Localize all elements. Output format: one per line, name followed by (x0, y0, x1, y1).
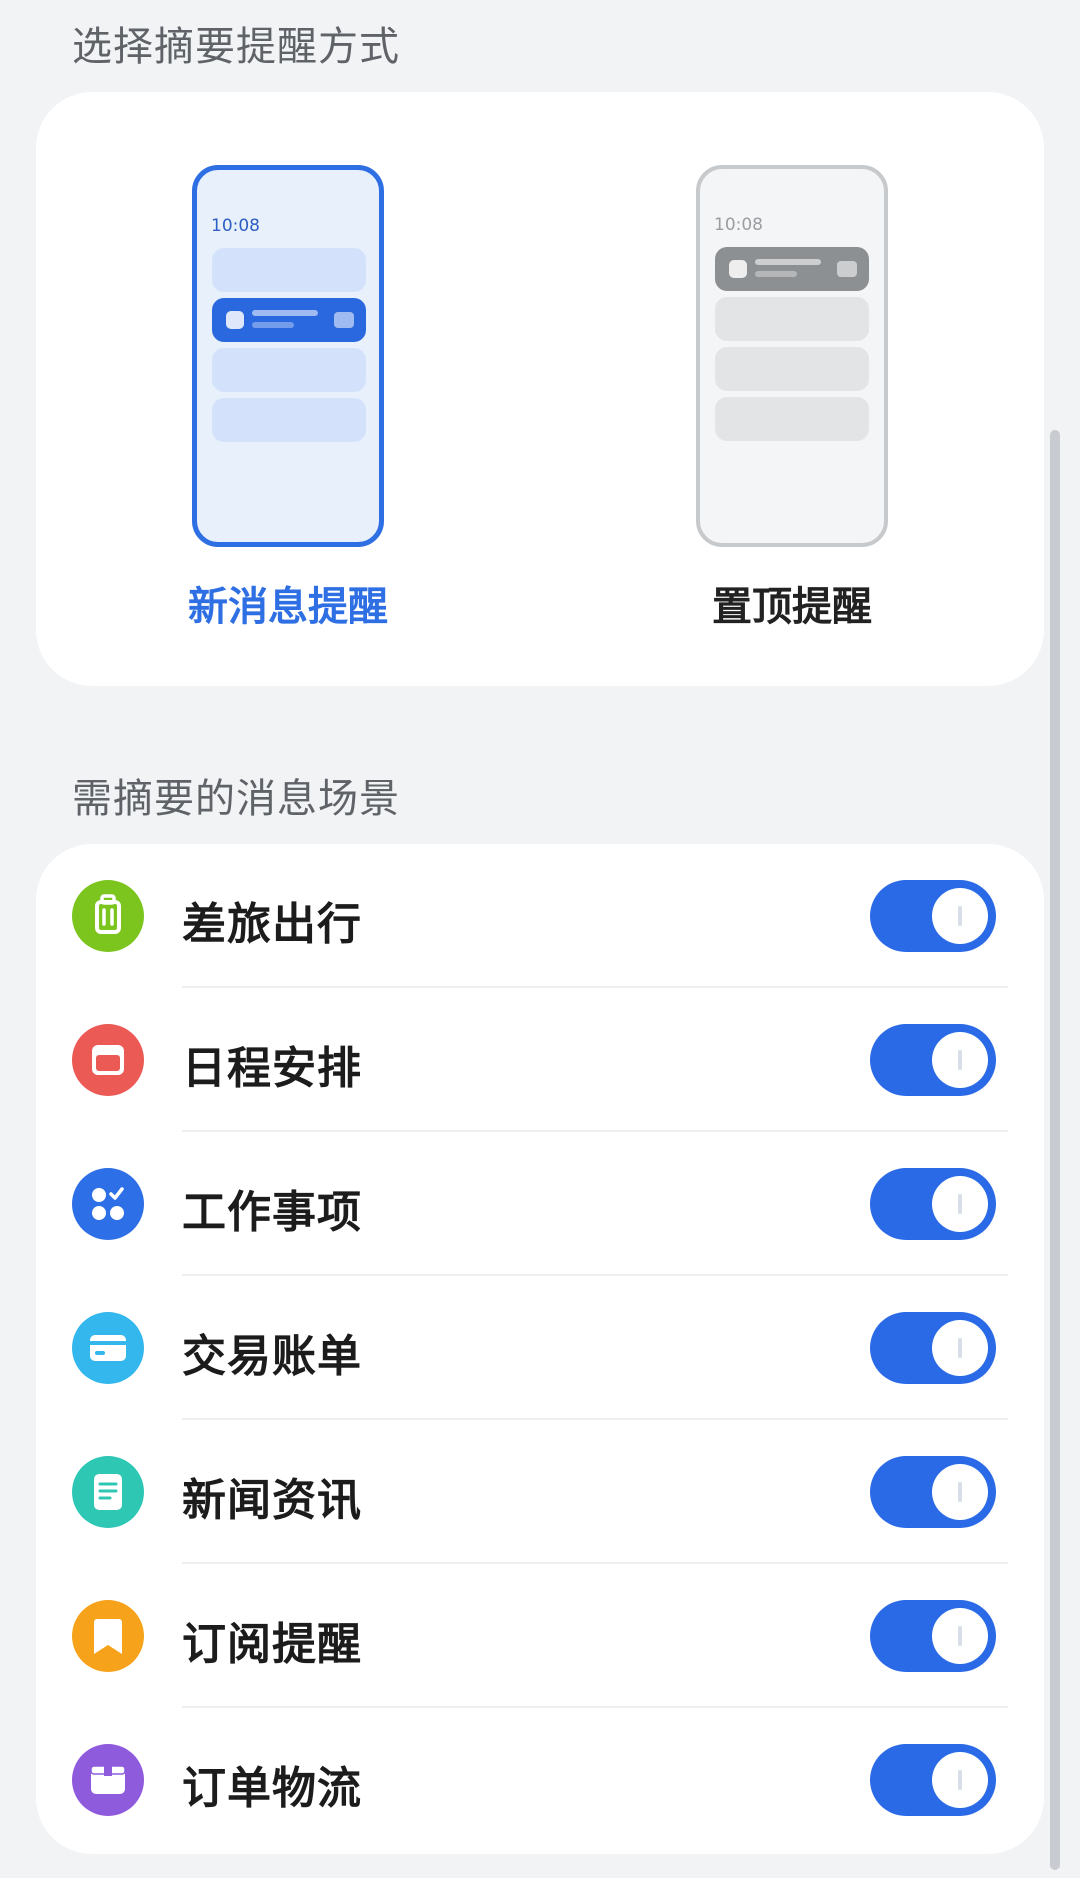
preview-notification (715, 347, 869, 391)
scene-label: 订单物流 (182, 1763, 362, 1814)
scene-toggle-logistics[interactable] (870, 1744, 996, 1816)
style-option-label: 置顶提醒 (712, 584, 872, 630)
preview-notification (715, 397, 869, 441)
phone-preview-new-message: 10:08 (192, 165, 384, 547)
scenes-section-title: 需摘要的消息场景 (72, 776, 400, 822)
scene-label: 订阅提醒 (182, 1619, 362, 1670)
scrollbar[interactable] (1050, 430, 1060, 1870)
scene-label: 差旅出行 (182, 899, 362, 950)
preview-pinned-notification (715, 247, 869, 291)
scene-label: 工作事项 (182, 1187, 362, 1238)
scene-toggle-billing[interactable] (870, 1312, 996, 1384)
scene-row-logistics: 订单物流 (36, 1708, 1044, 1852)
calendar-icon (72, 1024, 144, 1096)
scene-label: 交易账单 (182, 1331, 362, 1382)
bookmark-icon (72, 1600, 144, 1672)
scene-row-news: 新闻资讯 (36, 1420, 1044, 1564)
style-option-pinned[interactable]: 10:08 置顶提醒 (642, 92, 942, 652)
card-icon (72, 1312, 144, 1384)
phone-preview-pinned: 10:08 (696, 165, 888, 547)
package-icon (72, 1744, 144, 1816)
scene-toggle-subscription[interactable] (870, 1600, 996, 1672)
scene-row-work: 工作事项 (36, 1132, 1044, 1276)
style-option-label: 新消息提醒 (188, 584, 388, 630)
preview-notification (212, 398, 366, 442)
preview-notification (715, 297, 869, 341)
scene-row-subscription: 订阅提醒 (36, 1564, 1044, 1708)
scene-label: 新闻资讯 (182, 1475, 362, 1526)
scene-toggle-travel[interactable] (870, 880, 996, 952)
preview-notification (212, 248, 366, 292)
reminder-style-card: 10:08 新消息提醒 10:08 置顶提醒 (36, 92, 1044, 686)
scene-label: 日程安排 (182, 1043, 362, 1094)
scene-toggle-work[interactable] (870, 1168, 996, 1240)
phone-time: 10:08 (714, 215, 763, 235)
luggage-icon (72, 880, 144, 952)
scene-row-schedule: 日程安排 (36, 988, 1044, 1132)
scene-toggle-news[interactable] (870, 1456, 996, 1528)
scene-toggle-schedule[interactable] (870, 1024, 996, 1096)
phone-time: 10:08 (211, 216, 260, 236)
scene-row-travel: 差旅出行 (36, 844, 1044, 988)
scene-row-billing: 交易账单 (36, 1276, 1044, 1420)
style-section-title: 选择摘要提醒方式 (72, 24, 400, 70)
scenes-list-card: 差旅出行 日程安排 工作事项 交易账单 新闻资讯 订阅提醒 订单物流 (36, 844, 1044, 1854)
news-icon (72, 1456, 144, 1528)
preview-highlighted-notification (212, 298, 366, 342)
preview-notification (212, 348, 366, 392)
tasks-icon (72, 1168, 144, 1240)
style-option-new-message[interactable]: 10:08 新消息提醒 (138, 92, 438, 652)
